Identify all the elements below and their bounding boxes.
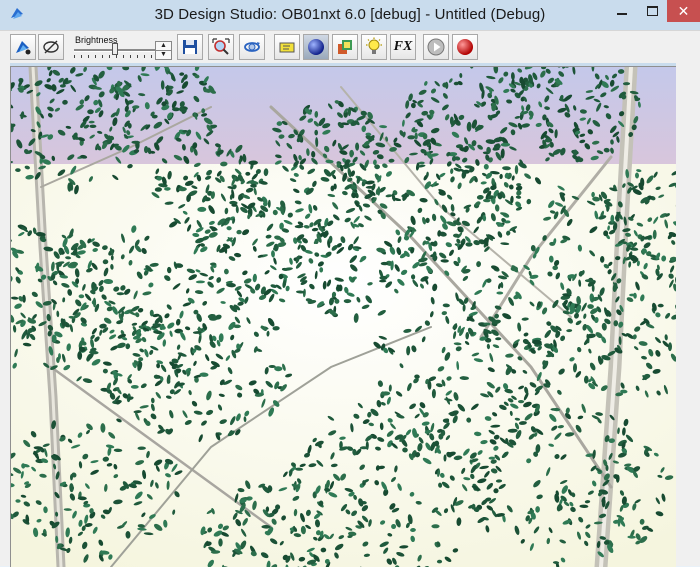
spin-down-icon[interactable]: ▼: [156, 51, 171, 59]
sphere-button[interactable]: [303, 34, 329, 60]
save-icon: [180, 37, 200, 57]
leaf: [218, 538, 222, 546]
window-title: 3D Design Studio: OB01nxt 6.0 [debug] - …: [155, 6, 546, 23]
rotate-icon: [242, 37, 262, 57]
minimize-button[interactable]: [607, 0, 637, 22]
leaf: [67, 182, 71, 191]
fx-icon: FX: [394, 39, 413, 55]
window-frame-right: [676, 62, 700, 566]
leaf: [450, 117, 454, 126]
play-button[interactable]: [423, 34, 449, 60]
save-button[interactable]: [177, 34, 203, 60]
select-icon: [13, 37, 33, 57]
record-button[interactable]: [452, 34, 478, 60]
zoom-extents-button[interactable]: [208, 34, 234, 60]
orbit-tool-button[interactable]: [38, 34, 64, 60]
materials-button[interactable]: [332, 34, 358, 60]
tag-icon: [277, 37, 297, 57]
brightness-slider-thumb[interactable]: [112, 43, 118, 55]
leaf: [465, 242, 472, 246]
close-button[interactable]: ✕: [667, 0, 700, 22]
select-tool-button[interactable]: [10, 34, 36, 60]
record-icon: [455, 37, 475, 57]
leaf: [319, 267, 323, 272]
tag-button[interactable]: [274, 34, 300, 60]
brightness-spinner[interactable]: ▲ ▼: [155, 41, 172, 60]
leaf: [515, 165, 518, 174]
maximize-button[interactable]: [637, 0, 667, 22]
leaf: [87, 109, 94, 114]
leaf: [314, 130, 318, 136]
window-frame-left: [0, 62, 10, 566]
3d-viewport[interactable]: [10, 66, 676, 567]
light-icon: [364, 37, 384, 57]
orbit-icon: [41, 37, 61, 57]
leaf: [131, 385, 139, 389]
brightness-slider-ticks: [74, 55, 158, 58]
scene-render: [11, 67, 676, 567]
app-window: 3D Design Studio: OB01nxt 6.0 [debug] - …: [0, 0, 700, 566]
materials-icon: [335, 37, 355, 57]
leaf: [178, 187, 186, 191]
brightness-control: Brightness ▲ ▼: [68, 33, 176, 61]
play-icon: [426, 37, 446, 57]
maximize-icon: [647, 6, 658, 16]
leaf: [103, 369, 108, 374]
sphere-icon: [306, 37, 326, 57]
leaf: [379, 280, 386, 283]
toolbar: Brightness ▲ ▼: [0, 30, 700, 63]
close-icon: ✕: [678, 4, 690, 18]
minimize-icon: [617, 13, 627, 15]
zoom-extents-icon: [211, 37, 231, 57]
leaf: [658, 304, 664, 308]
title-bar[interactable]: 3D Design Studio: OB01nxt 6.0 [debug] - …: [0, 0, 700, 30]
fx-button[interactable]: FX: [390, 34, 416, 60]
rotate-view-button[interactable]: [239, 34, 265, 60]
spin-up-icon[interactable]: ▲: [156, 42, 171, 51]
leaf: [431, 524, 439, 528]
light-button[interactable]: [361, 34, 387, 60]
